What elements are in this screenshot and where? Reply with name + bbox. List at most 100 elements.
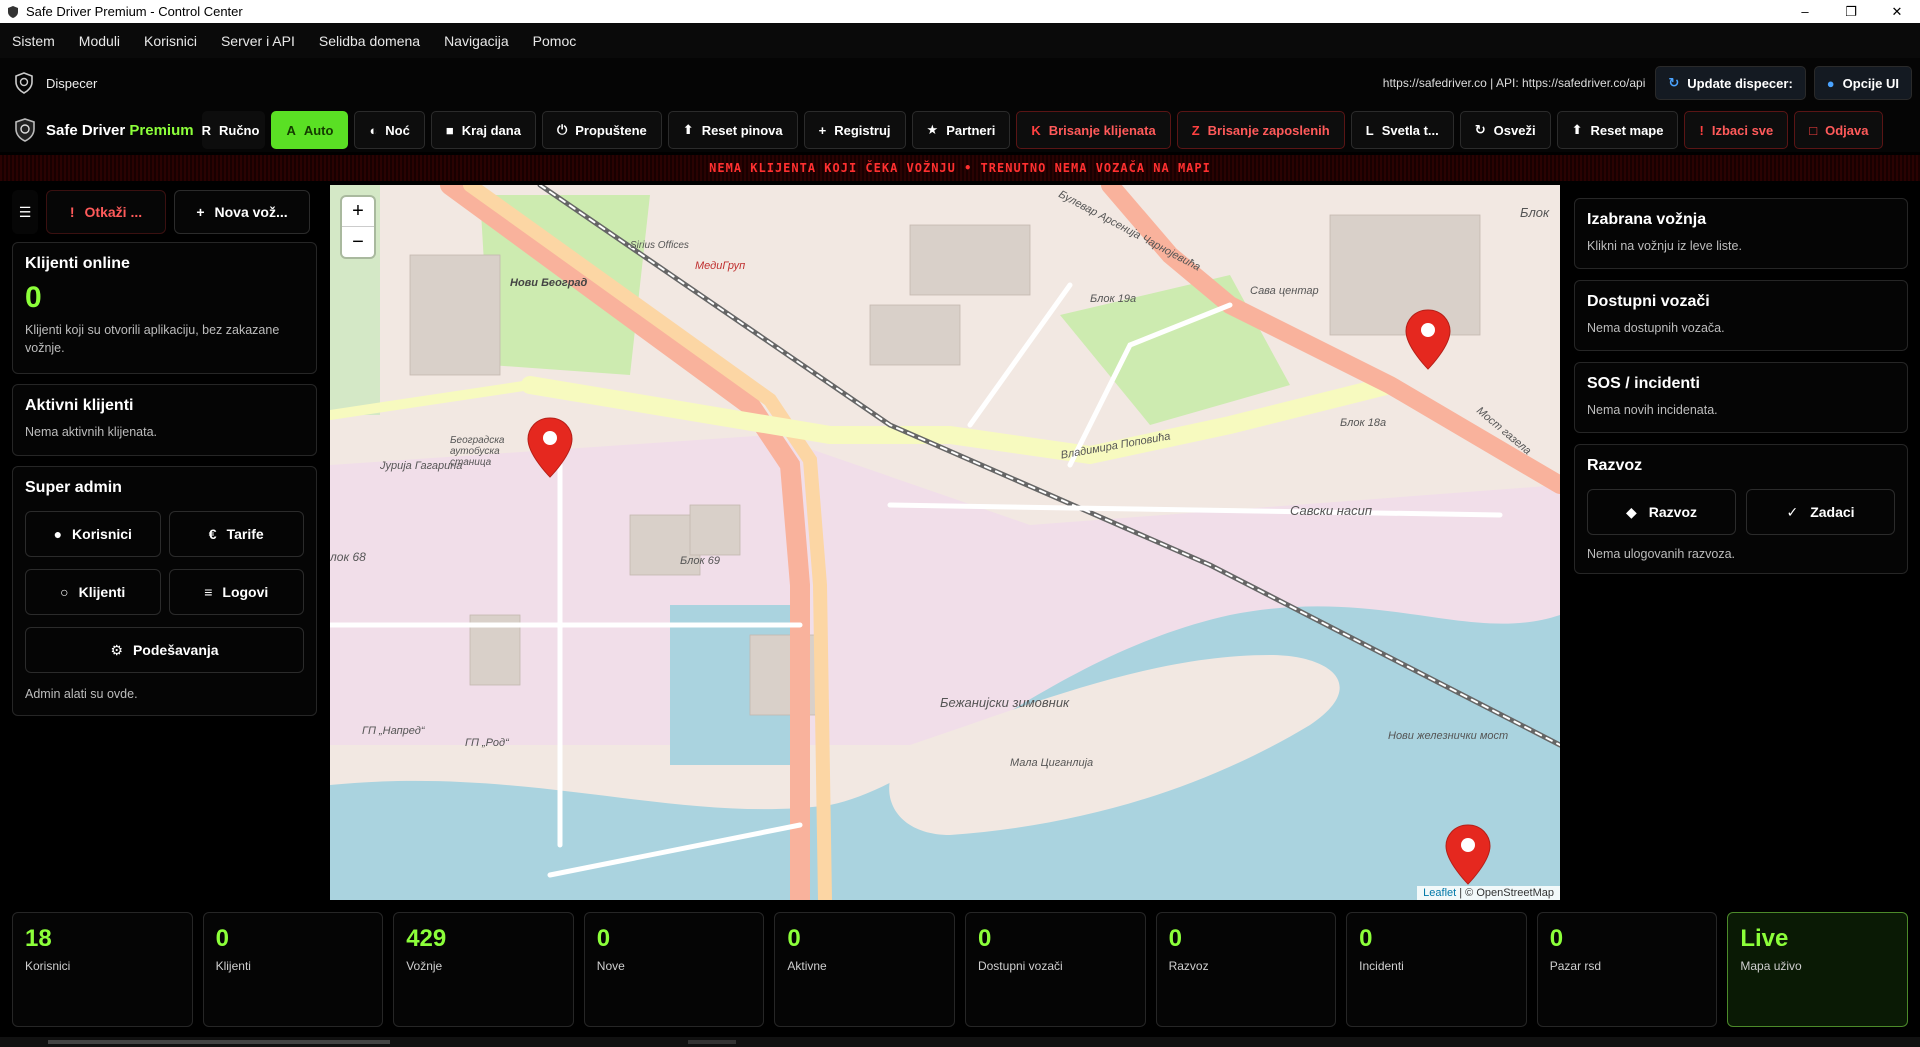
mode-auto-button[interactable]: A Auto (271, 111, 349, 149)
stat-live-map[interactable]: Live Mapa uživo (1727, 912, 1908, 1027)
scrollbar-thumb[interactable] (48, 1040, 390, 1044)
power-icon: ⏻ (556, 122, 568, 137)
dispecer-bar: Dispecer https://safedriver.co | API: ht… (0, 58, 1920, 108)
razvoz-desc: Nema ulogovanih razvoza. (1587, 547, 1735, 561)
brand-shield-icon (15, 118, 35, 142)
scrollbar-thumb-secondary[interactable] (688, 1040, 736, 1044)
arrow-up-icon: ⬆ (682, 122, 694, 137)
window-title: Safe Driver Premium - Control Center (26, 4, 243, 19)
map-label: Блок 18а (1340, 417, 1387, 429)
diamond-icon: ◆ (1625, 503, 1637, 520)
menu-moduli[interactable]: Moduli (67, 33, 132, 49)
clients-online-count: 0 (25, 281, 42, 314)
stat-clients: 0 Klijenti (202, 912, 384, 1027)
horizontal-scrollbar[interactable] (0, 1037, 1920, 1047)
reset-map-button[interactable]: ⬆ Reset mape (1556, 111, 1679, 149)
r-icon: R (201, 122, 211, 138)
left-panel: ☰ ! Otkaži ... + Nova vož... Klijenti onli… (12, 190, 317, 726)
clients-online-card: Klijenti online 0 Klijenti koji su otvor… (12, 242, 317, 374)
leaflet-link[interactable]: Leaflet (1423, 887, 1456, 899)
map-tiles (330, 185, 1560, 900)
menu-korisnici[interactable]: Korisnici (132, 33, 209, 49)
delete-clients-button[interactable]: K Brisanje klijenata (1016, 111, 1171, 149)
ui-options-button[interactable]: ● Opcije UI (1813, 66, 1912, 100)
active-clients-desc: Nema aktivnih klijenata. (25, 425, 158, 439)
map-attribution: Leaflet | © OpenStreetMap (1417, 886, 1560, 900)
map-label: Савски насип (1290, 503, 1373, 518)
stat-users: 18 Korisnici (12, 912, 193, 1027)
map-label: МедиГруп (695, 260, 746, 272)
stat-revenue: 0 Pazar rsd (1536, 912, 1718, 1027)
admin-clients-button[interactable]: ○ Klijenti (25, 569, 161, 615)
menu-selidba-domena[interactable]: Selidba domena (307, 33, 432, 49)
check-icon: ✓ (1786, 503, 1799, 520)
logout-button[interactable]: □ Odjava (1794, 111, 1884, 149)
map-label: лок 68 (330, 550, 366, 564)
razvoz-button[interactable]: ◆ Razvoz (1587, 489, 1736, 535)
list-icon: ☰ (18, 203, 32, 220)
refresh-button[interactable]: ↻ Osveži (1459, 111, 1551, 149)
menu-server-api[interactable]: Server i API (209, 33, 307, 49)
register-button[interactable]: + Registruj (803, 111, 906, 149)
map-label: Нови железнички мост (1388, 730, 1509, 742)
cancel-ride-button[interactable]: ! Otkaži ... (46, 190, 166, 234)
night-mode-button[interactable]: ◐ Noć (354, 111, 425, 149)
menu-navigacija[interactable]: Navigacija (432, 33, 521, 49)
menu-sistem[interactable]: Sistem (12, 33, 67, 49)
active-clients-card: Aktivni klijenti Nema aktivnih klijenata… (12, 384, 317, 456)
dispecer-title: Dispecer (46, 75, 98, 91)
arrow-up-icon: ⬆ (1571, 122, 1583, 137)
zoom-control: + − (342, 197, 374, 257)
map-label: Блок 69 (680, 555, 720, 567)
stat-razvoz: 0 Razvoz (1155, 912, 1337, 1027)
light-theme-button[interactable]: L Svetla t... (1350, 111, 1454, 149)
reset-pins-button[interactable]: ⬆ Reset pinova (667, 111, 798, 149)
zoom-in-button[interactable]: + (342, 197, 374, 227)
map-label: ГП „Род“ (465, 737, 509, 749)
map-label: Блок (1520, 205, 1550, 220)
super-admin-card: Super admin ● Korisnici € Tarife ○ Klijenti… (12, 466, 317, 717)
kick-all-button[interactable]: ! Izbaci sve (1684, 111, 1789, 149)
refresh-icon: ↻ (1474, 122, 1486, 137)
partners-button[interactable]: ★ Partneri (911, 111, 1011, 149)
admin-logs-button[interactable]: ≡ Logovi (168, 569, 304, 615)
map-label: ГП „Напред“ (362, 725, 425, 737)
available-drivers-title: Dostupni vozači (1587, 293, 1710, 310)
available-drivers-card: Dostupni vozači Nema dostupnih vozača. (1574, 280, 1908, 351)
square-icon: ■ (445, 122, 454, 138)
sos-card: SOS / incidenti Nema novih incidenata. (1574, 362, 1908, 433)
stat-new: 0 Nove (583, 912, 765, 1027)
z-icon: Z (1191, 122, 1200, 138)
razvoz-title: Razvoz (1587, 457, 1643, 474)
update-dispecer-button[interactable]: ↻ Update dispecer: (1655, 66, 1806, 100)
gear-icon: ⚙ (110, 641, 123, 658)
missed-button[interactable]: ⏻ Propuštene (541, 111, 662, 149)
globe-icon: ● (1826, 75, 1835, 91)
admin-note: Admin alati su ovde. (25, 687, 138, 701)
window-titlebar: Safe Driver Premium - Control Center – ❐… (0, 0, 1920, 23)
minimize-button[interactable]: – (1782, 0, 1828, 23)
admin-tariffs-button[interactable]: € Tarife (168, 511, 304, 557)
clients-online-desc: Klijenti koji su otvorili aplikaciju, be… (25, 323, 280, 356)
list-menu-button[interactable]: ☰ (12, 190, 38, 234)
menu-bar: Sistem Moduli Korisnici Server i API Sel… (0, 23, 1920, 58)
brand: Safe Driver Premium (12, 117, 194, 143)
mode-rucno-button[interactable]: R Ručno (201, 111, 266, 149)
close-button[interactable]: ✕ (1874, 0, 1920, 23)
menu-pomoc[interactable]: Pomoc (521, 33, 589, 49)
plus-icon: + (818, 122, 827, 138)
selected-ride-card: Izabrana vožnja Klikni na vožnju iz leve… (1574, 198, 1908, 269)
server-url: https://safedriver.co | API: https://saf… (1382, 76, 1646, 90)
stat-rides: 429 Vožnje (393, 912, 574, 1027)
new-ride-button[interactable]: + Nova vož... (174, 190, 310, 234)
status-ticker: NEMA KLIJENTA KOJI ČEKA VOŽNJU • TRENUTN… (0, 155, 1920, 181)
tasks-button[interactable]: ✓ Zadaci (1746, 489, 1895, 535)
end-of-day-button[interactable]: ■ Kraj dana (430, 111, 536, 149)
delete-employees-button[interactable]: Z Brisanje zaposlenih (1176, 111, 1345, 149)
zoom-out-button[interactable]: − (342, 227, 374, 257)
maximize-button[interactable]: ❐ (1828, 0, 1874, 23)
map-label: Нови Београд (510, 277, 588, 289)
map-view[interactable]: Булевар Арсенија Чарнојевића Блок 19а Са… (330, 185, 1560, 900)
admin-settings-button[interactable]: ⚙ Podešavanja (25, 627, 304, 673)
admin-users-button[interactable]: ● Korisnici (25, 511, 161, 557)
